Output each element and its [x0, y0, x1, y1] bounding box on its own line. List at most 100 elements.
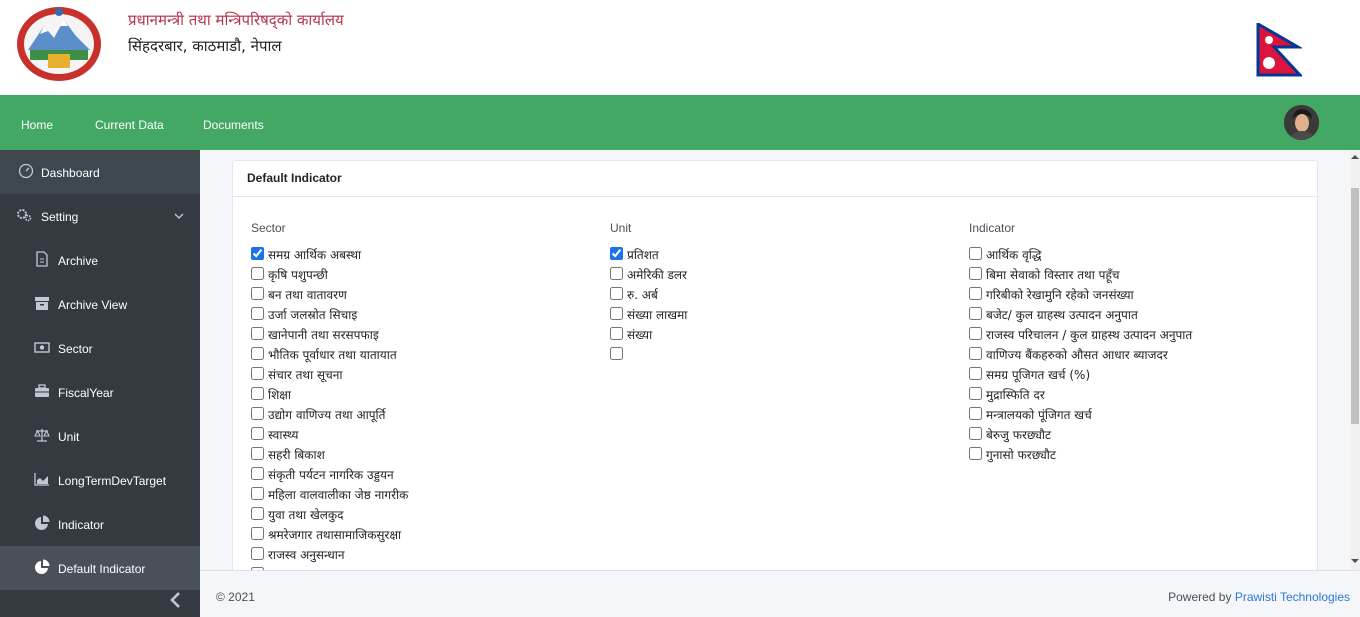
sector-option-label: उद्योग वाणिज्य तथा आपूर्ति: [268, 408, 386, 422]
sidebar-item-label: Default Indicator: [58, 562, 146, 576]
unit-option-label: संख्या: [627, 328, 653, 342]
sector-option-checkbox[interactable]: [251, 547, 264, 560]
sidebar-collapse-button[interactable]: [160, 588, 190, 612]
unit-option-checkbox[interactable]: [610, 267, 623, 280]
company-link[interactable]: Prawisti Technologies: [1235, 590, 1350, 604]
sector-option-label: समग्र आर्थिक अबस्था: [268, 248, 362, 262]
sector-option-checkbox[interactable]: [251, 287, 264, 300]
content-area: Default Indicator Sector Unit Indicator …: [200, 150, 1350, 570]
unit-option-checkbox[interactable]: [610, 307, 623, 320]
sector-option-checkbox[interactable]: [251, 367, 264, 380]
sidebar-item-archive-view[interactable]: Archive View: [0, 282, 200, 326]
sidebar-item-setting[interactable]: Setting: [0, 194, 200, 238]
user-avatar[interactable]: [1284, 105, 1319, 140]
sector-option-label: कृषि पशुपन्छी: [268, 268, 328, 282]
money-bill-icon: [34, 342, 50, 353]
sidebar-item-archive[interactable]: Archive: [0, 238, 200, 282]
sidebar-item-label: Unit: [58, 430, 80, 444]
indicator-option-checkbox[interactable]: [969, 367, 982, 380]
unit-option-checkbox[interactable]: [610, 247, 623, 260]
indicator-option-label: बिमा सेवाको विस्तार तथा पहूँच: [986, 268, 1120, 282]
sector-option-checkbox[interactable]: [251, 327, 264, 340]
nav-current-data-link[interactable]: Current Data: [95, 118, 164, 132]
card-title: Default Indicator: [247, 171, 342, 185]
unit-option-checkbox[interactable]: [610, 327, 623, 340]
unit-option-checkbox[interactable]: [610, 347, 623, 360]
sector-option-checkbox[interactable]: [251, 447, 264, 460]
unit-option-checkbox[interactable]: [610, 287, 623, 300]
sector-option-label: भौतिक पूर्वाधार तथा यातायात: [268, 348, 397, 362]
page-footer: © 2021 Powered by Prawisti Technologies: [200, 570, 1360, 617]
gears-icon: [17, 209, 32, 222]
indicator-option-label: मन्त्रालयको पूंजिगत खर्च: [986, 408, 1092, 422]
indicator-option-checkbox[interactable]: [969, 447, 982, 460]
indicator-option-checkbox[interactable]: [969, 327, 982, 340]
indicator-option-label: मुद्रास्फिति दर: [986, 388, 1045, 402]
archive-box-icon: [35, 297, 49, 310]
indicator-option-label: गुनासो फरछ्यौट: [986, 448, 1056, 462]
org-title: प्रधानमन्त्री तथा मन्त्रिपरिषद्को कार्या…: [128, 11, 344, 29]
sidebar-item-label: Archive View: [58, 298, 128, 312]
indicator-option-label: बेरुजु फरछ्यौट: [986, 428, 1052, 442]
sidebar-item-label: FiscalYear: [58, 386, 114, 400]
nav-home-link[interactable]: Home: [21, 118, 53, 132]
org-address: सिंहदरबार, काठमाडौ, नेपाल: [128, 37, 282, 55]
sector-option-checkbox[interactable]: [251, 527, 264, 540]
unit-option-label: रु. अर्ब: [627, 288, 658, 302]
sector-option-checkbox[interactable]: [251, 347, 264, 360]
nepal-flag-icon: [1256, 23, 1302, 77]
sidebar-item-longtermdevtarget[interactable]: LongTermDevTarget: [0, 458, 200, 502]
file-icon: [36, 251, 48, 267]
sector-option-label: स्वास्थ्य: [268, 428, 299, 442]
vertical-scrollbar[interactable]: [1350, 150, 1360, 570]
chevron-left-icon: [170, 592, 180, 608]
sidebar-item-fiscalyear[interactable]: FiscalYear: [0, 370, 200, 414]
nepal-emblem-logo: [17, 7, 101, 81]
sector-option-checkbox[interactable]: [251, 507, 264, 520]
sector-option-label: संचार तथा सूचना: [268, 368, 343, 382]
indicator-option-checkbox[interactable]: [969, 307, 982, 320]
sidebar-item-sector[interactable]: Sector: [0, 326, 200, 370]
pie-chart-icon: [35, 559, 50, 574]
sector-option-checkbox[interactable]: [251, 487, 264, 500]
indicator-option-label: आर्थिक वृद्धि: [986, 248, 1042, 262]
page-header: प्रधानमन्त्री तथा मन्त्रिपरिषद्को कार्या…: [0, 0, 1360, 95]
powered-by-text: Powered by Prawisti Technologies: [1168, 590, 1350, 604]
sector-option-checkbox[interactable]: [251, 307, 264, 320]
indicator-option-label: बजेट/ कुल ग्राहस्थ उत्पादन अनुपात: [986, 308, 1138, 322]
indicator-option-checkbox[interactable]: [969, 287, 982, 300]
pie-chart-icon: [35, 515, 50, 530]
indicator-option-checkbox[interactable]: [969, 347, 982, 360]
indicator-option-checkbox[interactable]: [969, 247, 982, 260]
scrollbar-thumb[interactable]: [1351, 188, 1359, 424]
sector-option-label: राजस्व अनुसन्धान: [268, 548, 345, 562]
sector-option-checkbox[interactable]: [251, 407, 264, 420]
indicator-option-checkbox[interactable]: [969, 407, 982, 420]
sidebar-item-indicator[interactable]: Indicator: [0, 502, 200, 546]
sector-option-label: महिला वालवालीका जेष्ठ नागरीक: [268, 488, 409, 502]
sector-option-label: बन तथा वातावरण: [268, 288, 347, 302]
sector-option-label: युवा तथा खेलकुद: [268, 508, 344, 522]
sidebar-item-dashboard[interactable]: Dashboard: [0, 150, 200, 194]
balance-scale-icon: [34, 429, 50, 442]
sidebar-item-default-indicator[interactable]: Default Indicator: [0, 546, 200, 590]
indicator-option-checkbox[interactable]: [969, 267, 982, 280]
sector-option-checkbox[interactable]: [251, 427, 264, 440]
area-chart-icon: [34, 473, 49, 486]
indicator-option-label: समग्र पूजिगत खर्च (%): [986, 368, 1091, 382]
nav-documents-link[interactable]: Documents: [203, 118, 264, 132]
sector-option-checkbox[interactable]: [251, 467, 264, 480]
indicator-option-checkbox[interactable]: [969, 427, 982, 440]
sector-option-checkbox[interactable]: [251, 387, 264, 400]
indicator-column-header: Indicator: [969, 221, 1016, 235]
scroll-up-arrow-icon[interactable]: [1351, 154, 1359, 160]
unit-option-label: प्रतिशत: [627, 248, 659, 262]
sector-option-label: खानेपानी तथा सरसपफाइ: [268, 328, 379, 342]
scroll-down-arrow-icon[interactable]: [1351, 558, 1359, 564]
unit-column-header: Unit: [610, 221, 632, 235]
sector-option-checkbox[interactable]: [251, 267, 264, 280]
sidebar-item-unit[interactable]: Unit: [0, 414, 200, 458]
sector-option-checkbox[interactable]: [251, 247, 264, 260]
indicator-option-checkbox[interactable]: [969, 387, 982, 400]
dashboard-gauge-icon: [18, 163, 34, 179]
